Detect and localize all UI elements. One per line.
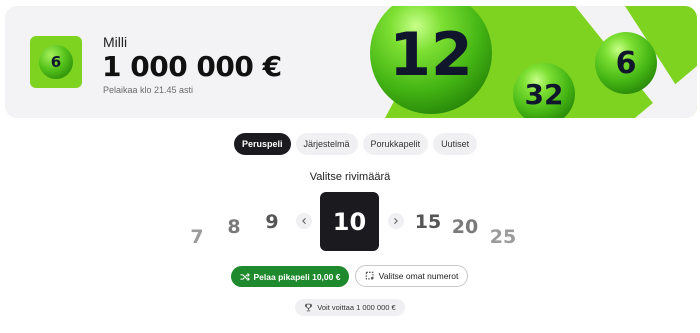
chevron-left-icon xyxy=(302,218,306,224)
quick-play-button[interactable]: Pelaa pikapeli 10,00 € xyxy=(231,266,349,287)
chevron-right-icon xyxy=(394,218,398,224)
lottery-ball-32: 32 xyxy=(513,63,575,118)
choose-own-numbers-button[interactable]: Valitse omat numerot xyxy=(355,265,468,287)
win-info-badge: Voit voittaa 1 000 000 € xyxy=(295,299,405,316)
win-info-label: Voit voittaa 1 000 000 € xyxy=(317,303,396,312)
tab-peruspeli[interactable]: Peruspeli xyxy=(234,133,291,155)
grid-select-icon xyxy=(365,271,375,281)
trophy-icon xyxy=(305,303,313,312)
game-mode-tabs: Peruspeli Järjestelmä Porukkapelit Uutis… xyxy=(234,133,478,155)
game-logo: 6 xyxy=(30,36,82,88)
game-name: Milli xyxy=(103,34,128,50)
logo-ball: 6 xyxy=(39,45,73,79)
tab-porukkapelit[interactable]: Porukkapelit xyxy=(362,133,429,155)
choose-own-numbers-label: Valitse omat numerot xyxy=(378,271,459,281)
row-option-20[interactable]: 20 xyxy=(450,216,480,238)
tab-jarjestelma[interactable]: Järjestelmä xyxy=(295,133,358,155)
row-option-selected[interactable]: 10 xyxy=(320,192,379,251)
previous-option-button[interactable] xyxy=(296,213,312,229)
lottery-ball-6: 6 xyxy=(595,32,657,94)
row-option-25[interactable]: 25 xyxy=(488,226,518,248)
play-deadline: Pelaikaa klo 21.45 asti xyxy=(103,85,194,95)
tab-uutiset[interactable]: Uutiset xyxy=(433,133,478,155)
shuffle-icon xyxy=(239,272,250,282)
game-hero-banner: 12 32 6 6 Milli 1 000 000 € Pelaikaa klo… xyxy=(5,6,697,118)
row-option-15[interactable]: 15 xyxy=(413,211,443,233)
row-option-9[interactable]: 9 xyxy=(257,211,287,233)
next-option-button[interactable] xyxy=(388,213,404,229)
quick-play-label: Pelaa pikapeli 10,00 € xyxy=(253,271,341,282)
row-option-7[interactable]: 7 xyxy=(182,226,212,248)
row-option-8[interactable]: 8 xyxy=(219,216,249,238)
jackpot-amount: 1 000 000 € xyxy=(102,50,282,83)
row-count-title: Valitse rivimäärä xyxy=(309,171,391,183)
